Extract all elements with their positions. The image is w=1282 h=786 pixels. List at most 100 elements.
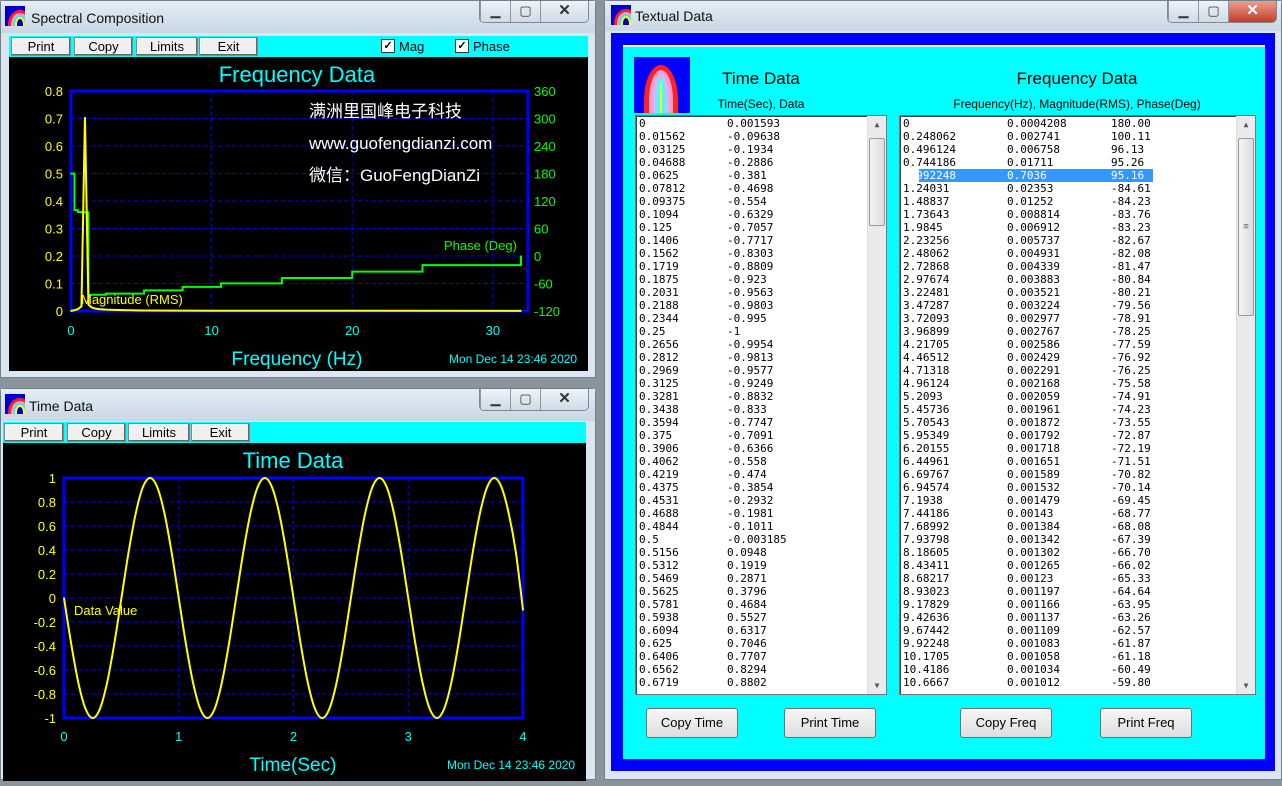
list-row[interactable]: 0.744186 0.01711 95.26 xyxy=(900,156,1237,169)
list-row[interactable]: 8.68217 0.00123 -65.33 xyxy=(900,572,1237,585)
list-row[interactable]: 0.5 -0.003185 xyxy=(636,533,868,546)
list-row[interactable]: 2.97674 0.003883 -80.84 xyxy=(900,273,1237,286)
close-button[interactable]: ✕ xyxy=(1228,1,1276,22)
list-row[interactable]: 9.42636 0.001137 -63.26 xyxy=(900,611,1237,624)
list-row[interactable]: 2.72868 0.004339 -81.47 xyxy=(900,260,1237,273)
print-button[interactable]: Print xyxy=(4,423,64,442)
list-row[interactable]: 0.3906 -0.6366 xyxy=(636,442,868,455)
list-row[interactable]: 0.1875 -0.923 xyxy=(636,273,868,286)
list-row[interactable]: 0.375 -0.7091 xyxy=(636,429,868,442)
list-row[interactable]: 5.45736 0.001961 -74.23 xyxy=(900,403,1237,416)
scroll-down-arrow-icon[interactable]: ▼ xyxy=(868,677,886,694)
list-row[interactable]: 6.69767 0.001589 -70.82 xyxy=(900,468,1237,481)
list-row[interactable]: 2.48062 0.004931 -82.08 xyxy=(900,247,1237,260)
list-row[interactable]: 8.18605 0.001302 -66.70 xyxy=(900,546,1237,559)
list-row[interactable]: 4.96124 0.002168 -75.58 xyxy=(900,377,1237,390)
list-row[interactable]: 1.73643 0.008814 -83.76 xyxy=(900,208,1237,221)
list-row[interactable]: 1.9845 0.006912 -83.23 xyxy=(900,221,1237,234)
list-row[interactable]: 0.5938 0.5527 xyxy=(636,611,868,624)
scroll-thumb[interactable] xyxy=(869,138,885,226)
close-button[interactable]: ✕ xyxy=(540,1,588,22)
list-row[interactable]: 0.1719 -0.8809 xyxy=(636,260,868,273)
list-row[interactable]: 5.95349 0.001792 -72.87 xyxy=(900,429,1237,442)
scroll-thumb[interactable]: ≡ xyxy=(1238,138,1254,316)
list-row[interactable]: 0.2969 -0.9577 xyxy=(636,364,868,377)
list-row[interactable]: 5.2093 0.002059 -74.91 xyxy=(900,390,1237,403)
list-row[interactable]: 0.04688 -0.2886 xyxy=(636,156,868,169)
list-row[interactable]: 0.5469 0.2871 xyxy=(636,572,868,585)
list-row[interactable]: 0.07812 -0.4698 xyxy=(636,182,868,195)
list-row[interactable]: 10.6667 0.001012 -59.80 xyxy=(900,676,1237,689)
list-row[interactable]: 0.4062 -0.558 xyxy=(636,455,868,468)
list-row[interactable]: 1.24031 0.02353 -84.61 xyxy=(900,182,1237,195)
list-row[interactable]: 10.1705 0.001058 -61.18 xyxy=(900,650,1237,663)
list-row[interactable]: 0.3438 -0.833 xyxy=(636,403,868,416)
list-row[interactable]: 0.5781 0.4684 xyxy=(636,598,868,611)
list-row[interactable]: 10.4186 0.001034 -60.49 xyxy=(900,663,1237,676)
list-row[interactable]: 0.1406 -0.7717 xyxy=(636,234,868,247)
list-row[interactable]: 4.71318 0.002291 -76.25 xyxy=(900,364,1237,377)
copy-freq-button[interactable]: Copy Freq xyxy=(960,708,1052,738)
list-row[interactable]: 7.68992 0.001384 -68.08 xyxy=(900,520,1237,533)
scroll-up-arrow-icon[interactable]: ▲ xyxy=(868,116,886,133)
list-row[interactable]: 3.72093 0.002977 -78.91 xyxy=(900,312,1237,325)
list-row[interactable]: 3.22481 0.003521 -80.21 xyxy=(900,286,1237,299)
list-row[interactable]: 0.3125 -0.9249 xyxy=(636,377,868,390)
time-list-scrollbar[interactable]: ▲ ▼ xyxy=(867,116,886,694)
limits-button[interactable]: Limits xyxy=(136,37,198,56)
print-freq-button[interactable]: Print Freq xyxy=(1100,708,1192,738)
list-row[interactable]: 0.4219 -0.474 xyxy=(636,468,868,481)
frequency-data-list[interactable]: 10.6667 0.001012 -59.80 10.4186 0.001034 -60.… xyxy=(899,115,1256,695)
list-row[interactable]: 6.44961 0.001651 -71.51 xyxy=(900,455,1237,468)
list-row[interactable]: 0 0.001593 xyxy=(636,117,868,130)
list-row[interactable]: 0.1094 -0.6329 xyxy=(636,208,868,221)
list-row[interactable]: 0.4844 -0.1011 xyxy=(636,520,868,533)
maximize-button[interactable]: ▢ xyxy=(510,389,540,410)
limits-button[interactable]: Limits xyxy=(128,423,190,442)
list-row[interactable]: 0.6562 0.8294 xyxy=(636,663,868,676)
list-row[interactable]: 4.21705 0.002586 -77.59 xyxy=(900,338,1237,351)
minimize-button[interactable]: ▁ xyxy=(480,1,510,22)
list-row[interactable]: 0.4375 -0.3854 xyxy=(636,481,868,494)
list-row[interactable]: 0.5625 0.3796 xyxy=(636,585,868,598)
list-row[interactable]: 0.5156 0.0948 xyxy=(636,546,868,559)
title-bar[interactable]: Time Data ▁ ▢ ✕ xyxy=(1,389,595,421)
list-row[interactable]: 0.248062 0.002741 100.11 xyxy=(900,130,1237,143)
close-button[interactable]: ✕ xyxy=(540,389,588,410)
list-row[interactable]: 0.09375 -0.554 xyxy=(636,195,868,208)
list-row[interactable]: 0.2656 -0.9954 xyxy=(636,338,868,351)
list-row[interactable]: 9.92248 0.001083 -61.87 xyxy=(900,637,1237,650)
list-row[interactable]: 0.3281 -0.8832 xyxy=(636,390,868,403)
list-row[interactable]: 0.625 0.7046 xyxy=(636,637,868,650)
list-row[interactable]: 6.94574 0.001532 -70.14 xyxy=(900,481,1237,494)
maximize-button[interactable]: ▢ xyxy=(510,1,540,22)
time-data-list[interactable]: 0.6719 0.8802 0.6562 0.8294 0.6406 0.7707 0.62… xyxy=(635,115,887,695)
list-row[interactable]: 0.01562 -0.09638 xyxy=(636,130,868,143)
list-row[interactable]: 2.23256 0.005737 -82.67 xyxy=(900,234,1237,247)
maximize-button[interactable]: ▢ xyxy=(1198,1,1228,22)
list-row[interactable]: 7.93798 0.001342 -67.39 xyxy=(900,533,1237,546)
list-row[interactable]: 3.96899 0.002767 -78.25 xyxy=(900,325,1237,338)
list-row[interactable]: 5.70543 0.001872 -73.55 xyxy=(900,416,1237,429)
list-row[interactable]: 0.0625 -0.381 xyxy=(636,169,868,182)
print-button[interactable]: Print xyxy=(11,37,71,56)
minimize-button[interactable]: ▁ xyxy=(480,389,510,410)
print-time-button[interactable]: Print Time xyxy=(784,708,876,738)
phase-checkbox[interactable]: ✓ xyxy=(455,39,469,53)
list-row[interactable]: 0.4531 -0.2932 xyxy=(636,494,868,507)
copy-button[interactable]: Copy xyxy=(67,423,126,442)
list-row[interactable]: 0.5312 0.1919 xyxy=(636,559,868,572)
list-row[interactable]: 0.2812 -0.9813 xyxy=(636,351,868,364)
list-row[interactable]: 0.6719 0.8802 xyxy=(636,676,868,689)
scroll-down-arrow-icon[interactable]: ▼ xyxy=(1237,677,1255,694)
list-row[interactable]: 9.17829 0.001166 -63.95 xyxy=(900,598,1237,611)
list-row[interactable]: 0.03125 -0.1934 xyxy=(636,143,868,156)
copy-time-button[interactable]: Copy Time xyxy=(646,708,738,738)
list-row[interactable]: 0.2031 -0.9563 xyxy=(636,286,868,299)
list-row[interactable]: 0.6094 0.6317 xyxy=(636,624,868,637)
frequency-list-scrollbar[interactable]: ▲ ≡ ▼ xyxy=(1236,116,1255,694)
list-row[interactable]: 0.125 -0.7057 xyxy=(636,221,868,234)
list-row[interactable]: 4.46512 0.002429 -76.92 xyxy=(900,351,1237,364)
title-bar[interactable]: Spectral Composition ▁ ▢ ✕ xyxy=(1,1,595,33)
list-row[interactable]: 8.93023 0.001197 -64.64 xyxy=(900,585,1237,598)
